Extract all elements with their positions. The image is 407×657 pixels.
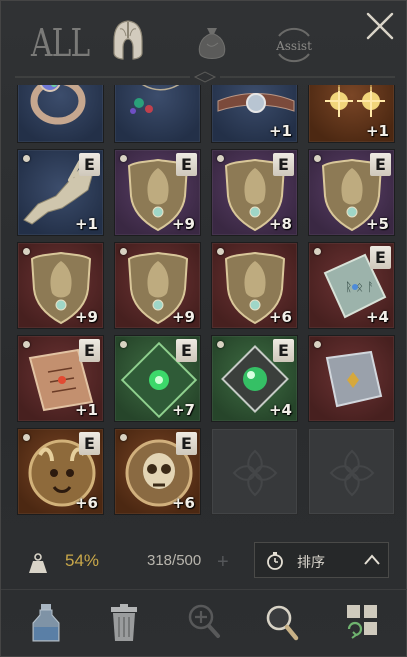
header-divider [15, 71, 395, 83]
inventory-slot[interactable]: E+1 [308, 85, 395, 143]
inventory-slot[interactable]: E +9 [114, 149, 201, 236]
upgrade-level: +4 [268, 401, 292, 419]
upgrade-level: +1 [74, 215, 98, 233]
sort-label: 排序 [297, 554, 325, 570]
rarity-gem-icon [23, 248, 30, 255]
inventory-slot[interactable]: +9 [114, 242, 201, 329]
svg-text:ᚱ ᛟ ᚨ: ᚱ ᛟ ᚨ [345, 280, 374, 294]
upgrade-level: +6 [171, 494, 195, 512]
plus-icon[interactable]: + [217, 552, 229, 572]
upgrade-level: +9 [171, 215, 195, 233]
tab-all[interactable]: ALL [31, 21, 90, 65]
inventory-slot[interactable]: E +5 [308, 149, 395, 236]
upgrade-level: +9 [171, 308, 195, 326]
inventory-slot[interactable]: +6 [211, 242, 298, 329]
equipped-badge: E [370, 246, 391, 269]
inventory-header: ALL Assist [1, 1, 407, 85]
upgrade-level: +1 [268, 122, 292, 140]
pouch-icon[interactable] [194, 24, 230, 67]
equipped-badge: E [273, 153, 294, 176]
rarity-gem-icon [217, 341, 224, 348]
rarity-gem-icon [314, 155, 321, 162]
inventory-slot[interactable]: E +7 [114, 335, 201, 422]
upgrade-level: +6 [268, 308, 292, 326]
empty-slot[interactable] [211, 428, 298, 515]
equipped-badge: E [176, 339, 197, 362]
inventory-slot[interactable]: E +6 [114, 428, 201, 515]
inventory-capacity: 318/500 [147, 552, 202, 569]
zoom-in-icon[interactable] [187, 603, 221, 646]
equipped-badge: E [79, 432, 100, 455]
rarity-gem-icon [120, 341, 127, 348]
inventory-slot[interactable]: E [17, 85, 104, 143]
stopwatch-icon [265, 551, 285, 576]
inventory-slot[interactable]: E +1 [17, 149, 104, 236]
inventory-status-bar: 54% 318/500 + 排序 [1, 541, 407, 585]
close-button[interactable] [363, 9, 397, 43]
inventory-slot[interactable]: ᚱ ᛟ ᚨ E +4 [308, 242, 395, 329]
close-icon [366, 12, 394, 40]
upgrade-level: +1 [365, 122, 389, 140]
chevron-up-icon [363, 553, 381, 572]
rarity-gem-icon [314, 248, 321, 255]
upgrade-level: +8 [268, 215, 292, 233]
upgrade-level: +9 [74, 308, 98, 326]
inventory-slot[interactable] [308, 335, 395, 422]
inventory-slot[interactable]: E [114, 85, 201, 143]
equipped-badge: E [79, 339, 100, 362]
upgrade-level: +4 [365, 308, 389, 326]
inventory-slot[interactable]: +9 [17, 242, 104, 329]
inventory-slot[interactable]: E +4 [211, 335, 298, 422]
inventory-slot[interactable]: E+1 [211, 85, 298, 143]
inventory-slot[interactable]: E +1 [17, 335, 104, 422]
equipped-badge: E [273, 339, 294, 362]
rarity-gem-icon [120, 155, 127, 162]
upgrade-level: +5 [365, 215, 389, 233]
empty-slot[interactable] [308, 428, 395, 515]
inventory-slot[interactable]: E +6 [17, 428, 104, 515]
upgrade-level: +1 [74, 401, 98, 419]
weight-icon [27, 553, 49, 580]
inventory-slot[interactable]: E +8 [211, 149, 298, 236]
equipped-badge: E [79, 153, 100, 176]
rarity-gem-icon [23, 155, 30, 162]
equipped-badge: E [176, 432, 197, 455]
toolbar-divider [1, 589, 407, 590]
inventory-panel: ALL Assist +1 +1 E +1 E +9 E +8 E +5 +9 … [0, 0, 407, 657]
assist-label: Assist [276, 39, 312, 53]
helmet-icon[interactable] [111, 19, 145, 68]
upgrade-level: +6 [74, 494, 98, 512]
grid-auto-icon[interactable] [345, 603, 379, 646]
upgrade-level: +7 [171, 401, 195, 419]
sort-dropdown[interactable]: 排序 [254, 542, 389, 578]
inventory-grid: EEE+1E+1E+1E+9E+8E+5+9+9+6ᚱ ᛟ ᚨE+4E+1E+7… [17, 85, 395, 540]
rarity-gem-icon [120, 434, 127, 441]
weight-percent: 54% [65, 551, 100, 570]
trash-bin-icon[interactable] [109, 603, 139, 648]
rarity-gem-icon [23, 341, 30, 348]
rarity-gem-icon [217, 248, 224, 255]
rarity-gem-icon [217, 155, 224, 162]
rarity-gem-icon [314, 341, 321, 348]
rarity-gem-icon [120, 248, 127, 255]
rarity-gem-icon [23, 434, 30, 441]
potion-icon[interactable] [31, 603, 61, 648]
search-icon[interactable] [264, 603, 300, 648]
equipped-badge: E [370, 153, 391, 176]
assist-toggle[interactable]: Assist [271, 26, 317, 64]
equipped-badge: E [176, 153, 197, 176]
